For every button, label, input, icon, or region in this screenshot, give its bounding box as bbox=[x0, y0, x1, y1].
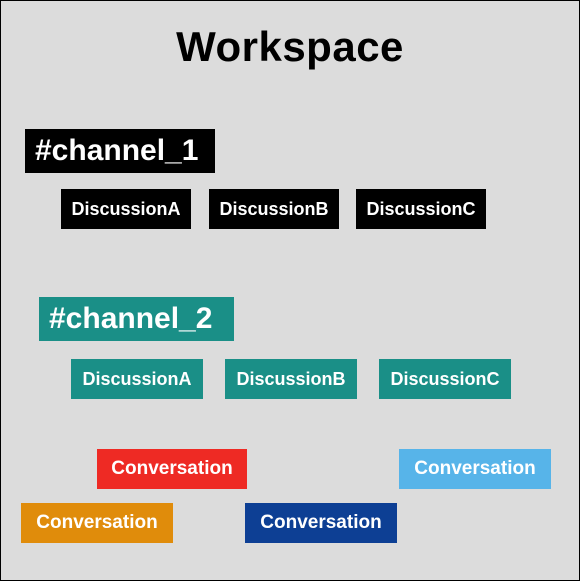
conversation-red: Conversation bbox=[97, 449, 247, 489]
channel-2-discussion-a: DiscussionA bbox=[71, 359, 203, 399]
conversation-navy: Conversation bbox=[245, 503, 397, 543]
channel-2-discussion-b: DiscussionB bbox=[225, 359, 357, 399]
conversation-lightblue: Conversation bbox=[399, 449, 551, 489]
channel-1-discussion-c: DiscussionC bbox=[356, 189, 486, 229]
channel-2-discussion-c: DiscussionC bbox=[379, 359, 511, 399]
conversation-orange: Conversation bbox=[21, 503, 173, 543]
channel-1-label: #channel_1 bbox=[25, 129, 215, 173]
channel-1-discussion-a: DiscussionA bbox=[61, 189, 191, 229]
channel-2-label: #channel_2 bbox=[39, 297, 234, 341]
channel-1-discussion-b: DiscussionB bbox=[209, 189, 339, 229]
workspace-title: Workspace bbox=[1, 23, 579, 71]
